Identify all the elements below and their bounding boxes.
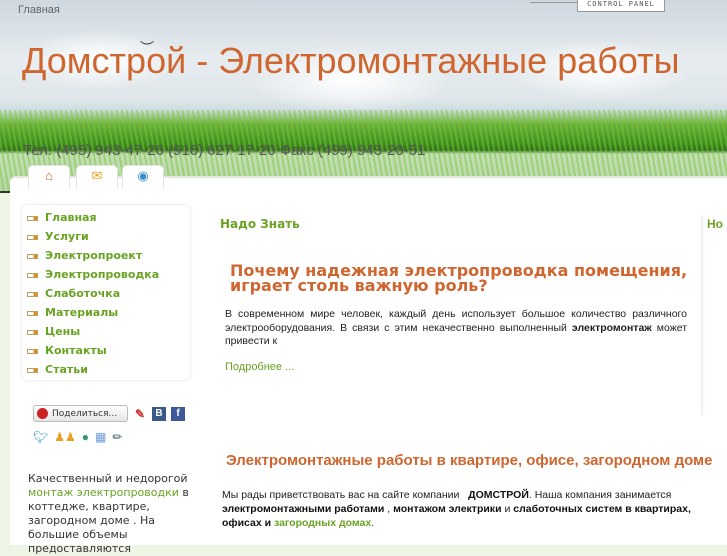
menu-label: Электропроект xyxy=(45,249,143,262)
bold-text: слаботочных систем в квартирах, xyxy=(513,503,691,515)
share-icons-row: 🐦︎ ♟♟ ● ▦ ✏ xyxy=(33,430,122,444)
facebook-icon[interactable]: f xyxy=(171,406,185,421)
bullet-icon xyxy=(27,273,38,278)
tab-mail[interactable]: ✉ xyxy=(76,165,118,189)
section-heading: Электромонтажные работы в квартире, офис… xyxy=(226,452,713,469)
column-divider xyxy=(701,215,705,415)
share-icon xyxy=(37,408,48,419)
menu-item-materials[interactable]: Материалы xyxy=(22,303,190,322)
share-label: Поделиться... xyxy=(52,408,118,419)
control-panel-button[interactable]: CONTROL PANEL xyxy=(577,0,665,12)
yaru-icon[interactable]: ✎ xyxy=(133,407,147,421)
menu-item-articles[interactable]: Статьи xyxy=(22,360,190,379)
sidebar-intro: Качественный и недорогой монтаж электроп… xyxy=(28,472,193,556)
article-title[interactable]: Почему надежная электропроводка помещени… xyxy=(230,263,695,294)
text: , xyxy=(384,503,394,515)
bold-text: электромонтажными работами xyxy=(222,503,385,515)
twitter-icon[interactable]: 🐦︎ xyxy=(33,430,48,444)
menu-item-contacts[interactable]: Контакты xyxy=(22,341,190,360)
mail-icon: ✉ xyxy=(91,168,103,183)
bullet-icon xyxy=(27,216,38,221)
menu-label: Статьи xyxy=(45,363,88,376)
bullet-icon xyxy=(27,368,38,373)
menu-item-services[interactable]: Услуги xyxy=(22,227,190,246)
read-more-link[interactable]: Подробнее ... xyxy=(225,361,294,373)
friendfeed-icon[interactable]: ▦ xyxy=(95,430,106,444)
home-icon: ⌂ xyxy=(45,168,53,183)
text: . xyxy=(371,517,375,529)
globe-icon: ◉ xyxy=(137,168,149,183)
odnoklassniki-icon[interactable]: ♟♟ xyxy=(54,430,76,444)
bullet-icon xyxy=(27,254,38,259)
vkontakte-icon[interactable]: B xyxy=(152,406,166,421)
bullet-icon xyxy=(27,292,38,297)
livejournal-icon[interactable]: ✏ xyxy=(112,430,122,444)
company-name: ДОМСТРОЙ xyxy=(468,489,529,501)
menu-item-electroproject[interactable]: Электропроект xyxy=(22,246,190,265)
bullet-icon xyxy=(27,235,38,240)
bullet-icon xyxy=(27,330,38,335)
text: и xyxy=(501,503,514,515)
welcome-text: Мы рады приветствовать вас на сайте комп… xyxy=(222,488,722,530)
menu-label: Материалы xyxy=(45,306,119,319)
menu-label: Контакты xyxy=(45,344,107,357)
text: Мы рады приветствовать вас на сайте комп… xyxy=(222,489,460,501)
menu-item-home[interactable]: Главная xyxy=(22,208,190,227)
bold-text: монтажом электрики xyxy=(393,503,502,515)
intro-text: Качественный и недорогой xyxy=(28,472,188,485)
menu-label: Услуги xyxy=(45,230,89,243)
bold-text: офисах и xyxy=(222,517,274,529)
column-title: Надо Знать xyxy=(220,217,300,231)
moimir-icon[interactable]: ● xyxy=(82,430,89,444)
menu-item-low-current[interactable]: Слаботочка xyxy=(22,284,190,303)
site-title[interactable]: Домстрой - Электромонтажные работы xyxy=(22,40,717,82)
bullet-icon xyxy=(27,311,38,316)
tab-sitemap[interactable]: ◉ xyxy=(122,165,164,189)
menu-label: Электропроводка xyxy=(45,268,160,281)
share-button[interactable]: Поделиться... xyxy=(33,405,128,422)
wiring-link[interactable]: монтаж электропроводки xyxy=(28,486,179,499)
contact-phones: Тел. (495) 943-47-26 (916) 627-17-20 Фак… xyxy=(23,142,426,159)
bullet-icon xyxy=(27,349,38,354)
column2-title: Но xyxy=(707,217,723,231)
country-houses-link[interactable]: загородных домах xyxy=(274,517,371,529)
sidebar-menu: Главная Услуги Электропроект Электропров… xyxy=(22,205,190,380)
menu-label: Цены xyxy=(45,325,81,338)
share-bar: Поделиться... ✎ B f xyxy=(33,405,185,422)
menu-label: Слаботочка xyxy=(45,287,121,300)
excerpt-bold: электромонтаж xyxy=(571,321,652,334)
article-excerpt: В современном мире человек, каждый день … xyxy=(225,308,687,349)
menu-item-wiring[interactable]: Электропроводка xyxy=(22,265,190,284)
tab-home[interactable]: ⌂ xyxy=(28,165,70,189)
menu-label: Главная xyxy=(45,211,97,224)
text: . Наша компания занимается xyxy=(528,489,672,501)
breadcrumb-home[interactable]: Главная xyxy=(18,4,60,16)
top-bar-edge xyxy=(530,0,577,3)
menu-item-prices[interactable]: Цены xyxy=(22,322,190,341)
